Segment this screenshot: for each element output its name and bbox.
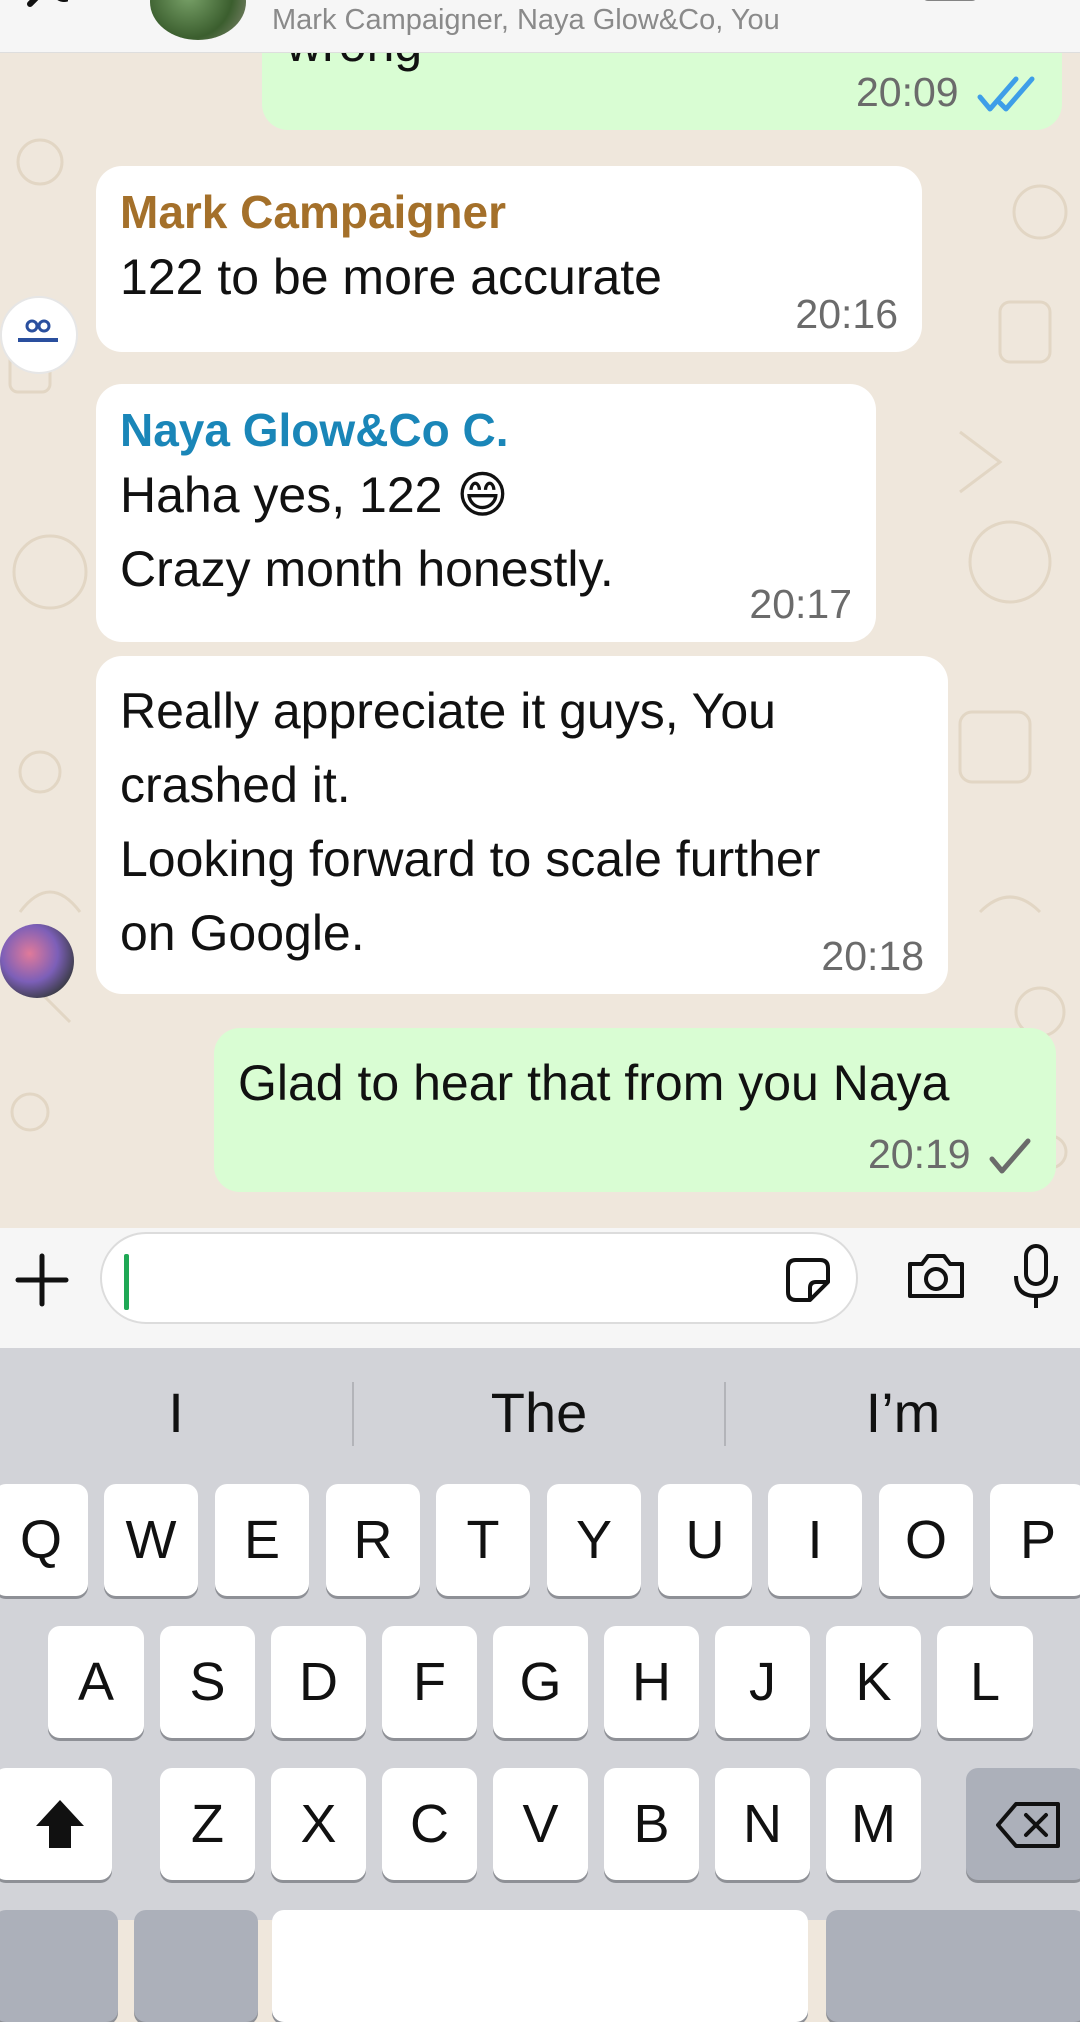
key-g[interactable]: G [493, 1626, 588, 1738]
sticker-icon[interactable] [782, 1254, 834, 1306]
key-a[interactable]: A [48, 1626, 144, 1738]
message-bubble-incoming[interactable]: Really appreciate it guys, You crashed i… [96, 656, 948, 994]
predictive-suggestions: I The I’m [0, 1348, 1080, 1478]
message-list[interactable]: wrong 20:09 Mark Campaigner 122 to be mo… [0, 52, 1080, 1228]
key-j[interactable]: J [715, 1626, 810, 1738]
message-text: wrong [286, 52, 422, 74]
sent-check-icon [989, 1138, 1031, 1174]
suggestion-3[interactable]: I’m [726, 1378, 1080, 1448]
key-r[interactable]: R [326, 1484, 420, 1596]
sender-name: Mark Campaigner [120, 186, 507, 238]
shift-key[interactable] [0, 1768, 112, 1880]
camera-icon[interactable] [904, 1250, 968, 1302]
sender-avatar-naya[interactable] [0, 924, 74, 998]
message-bubble-outgoing[interactable]: wrong 20:09 [262, 52, 1062, 130]
key-x[interactable]: X [271, 1768, 366, 1880]
message-bubble-outgoing[interactable]: Glad to hear that from you Naya 20:19 [214, 1028, 1056, 1192]
key-c[interactable]: C [382, 1768, 477, 1880]
key-w[interactable]: W [104, 1484, 198, 1596]
read-receipt-icon [977, 76, 1035, 112]
message-text: Really appreciate it guys, You crashed i… [120, 683, 821, 961]
key-m[interactable]: M [826, 1768, 921, 1880]
backspace-key[interactable] [966, 1768, 1080, 1880]
shift-arrow-icon [36, 1800, 84, 1848]
key-o[interactable]: O [879, 1484, 973, 1596]
space-key[interactable] [272, 1910, 808, 2022]
message-time: 20:17 [749, 581, 852, 627]
key-q[interactable]: Q [0, 1484, 88, 1596]
microphone-icon[interactable] [1008, 1242, 1064, 1312]
suggestion-2[interactable]: The [354, 1378, 724, 1448]
key-n[interactable]: N [715, 1768, 810, 1880]
on-screen-keyboard: I The I’m Q W E R T Y U I O P A S D F G … [0, 1348, 1080, 2022]
message-input[interactable] [100, 1232, 858, 1324]
backspace-icon [996, 1802, 1060, 1848]
message-bubble-incoming[interactable]: Mark Campaigner 122 to be more accurate … [96, 166, 922, 352]
key-u[interactable]: U [658, 1484, 752, 1596]
key-d[interactable]: D [271, 1626, 366, 1738]
key-l[interactable]: L [937, 1626, 1033, 1738]
plus-icon[interactable] [14, 1252, 70, 1308]
chat-header: Mark Campaigner, Naya Glow&Co, You [0, 0, 1080, 53]
key-b[interactable]: B [604, 1768, 699, 1880]
sender-name: Naya Glow&Co C. [120, 404, 509, 456]
message-text: Glad to hear that from you Naya [238, 1055, 950, 1111]
numbers-key[interactable] [0, 1910, 118, 2022]
key-p[interactable]: P [990, 1484, 1080, 1596]
key-f[interactable]: F [382, 1626, 477, 1738]
key-t[interactable]: T [436, 1484, 530, 1596]
key-v[interactable]: V [493, 1768, 588, 1880]
key-e[interactable]: E [215, 1484, 309, 1596]
message-text: 122 to be more accurate [120, 249, 662, 305]
key-h[interactable]: H [604, 1626, 699, 1738]
compose-bar [0, 1228, 1080, 1348]
return-key[interactable] [826, 1910, 1080, 2022]
key-k[interactable]: K [826, 1626, 921, 1738]
message-bubble-incoming[interactable]: Naya Glow&Co C. Haha yes, 122 😄 Crazy mo… [96, 384, 876, 642]
message-time: 20:18 [821, 933, 924, 979]
message-time: 20:09 [856, 69, 1038, 116]
henten-logo-icon [18, 319, 58, 342]
group-members-subtitle[interactable]: Mark Campaigner, Naya Glow&Co, You [272, 4, 780, 37]
back-chevron-icon[interactable] [8, 0, 68, 26]
video-call-icon[interactable] [916, 0, 1026, 22]
key-z[interactable]: Z [160, 1768, 255, 1880]
emoji-key[interactable] [134, 1910, 258, 2022]
text-cursor [124, 1254, 129, 1310]
message-text: Haha yes, 122 😄 Crazy month honestly. [120, 467, 614, 597]
message-time: 20:19 [868, 1131, 1032, 1178]
group-avatar[interactable] [150, 0, 246, 40]
sender-avatar-mark[interactable] [0, 296, 78, 374]
key-s[interactable]: S [160, 1626, 255, 1738]
key-i[interactable]: I [768, 1484, 862, 1596]
suggestion-1[interactable]: I [0, 1378, 352, 1448]
message-time: 20:16 [795, 291, 898, 337]
key-y[interactable]: Y [547, 1484, 641, 1596]
